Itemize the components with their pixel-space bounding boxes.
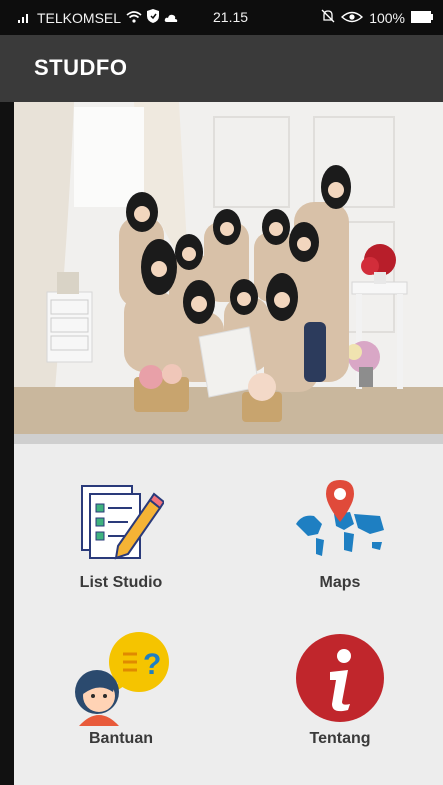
world-map-pin-icon: [292, 480, 388, 569]
hero-image: [14, 102, 443, 434]
status-bar: TELKOMSEL 21.15 100%: [0, 0, 443, 35]
shield-icon: [147, 9, 160, 26]
bantuan-label: Bantuan: [89, 730, 153, 747]
app-title: STUDFO: [34, 55, 128, 80]
wifi-icon: [126, 10, 142, 26]
menu-grid: List Studio Maps ? Bantuan Tentang: [14, 444, 443, 785]
group-photo: [14, 102, 443, 434]
checklist-pencil-icon: [78, 480, 166, 565]
status-left: TELKOMSEL: [18, 9, 178, 26]
battery-icon: [411, 10, 433, 26]
svg-text:?: ?: [143, 648, 161, 681]
menu-item-tentang[interactable]: Tentang: [240, 630, 440, 780]
status-time: 21.15: [213, 9, 249, 25]
tentang-label: Tentang: [309, 730, 371, 747]
menu-item-list-studio[interactable]: List Studio: [21, 476, 221, 626]
help-question-icon: ?: [71, 630, 171, 731]
battery-percent: 100%: [369, 9, 405, 26]
list-studio-label: List Studio: [79, 574, 163, 591]
status-right: 100%: [321, 9, 433, 26]
app-bar: STUDFO: [0, 35, 443, 102]
menu-item-bantuan[interactable]: ? Bantuan: [21, 630, 221, 780]
maps-label: Maps: [319, 574, 361, 591]
eye-icon: [341, 10, 364, 26]
left-edge: [0, 102, 14, 785]
alarm-off-icon: [321, 9, 335, 26]
info-icon: [294, 632, 386, 729]
cloud-icon: [164, 10, 178, 26]
carrier-label: TELKOMSEL: [37, 9, 122, 26]
menu-item-maps[interactable]: Maps: [240, 476, 440, 626]
signal-icon: [18, 10, 32, 26]
divider-strip: [14, 434, 443, 444]
